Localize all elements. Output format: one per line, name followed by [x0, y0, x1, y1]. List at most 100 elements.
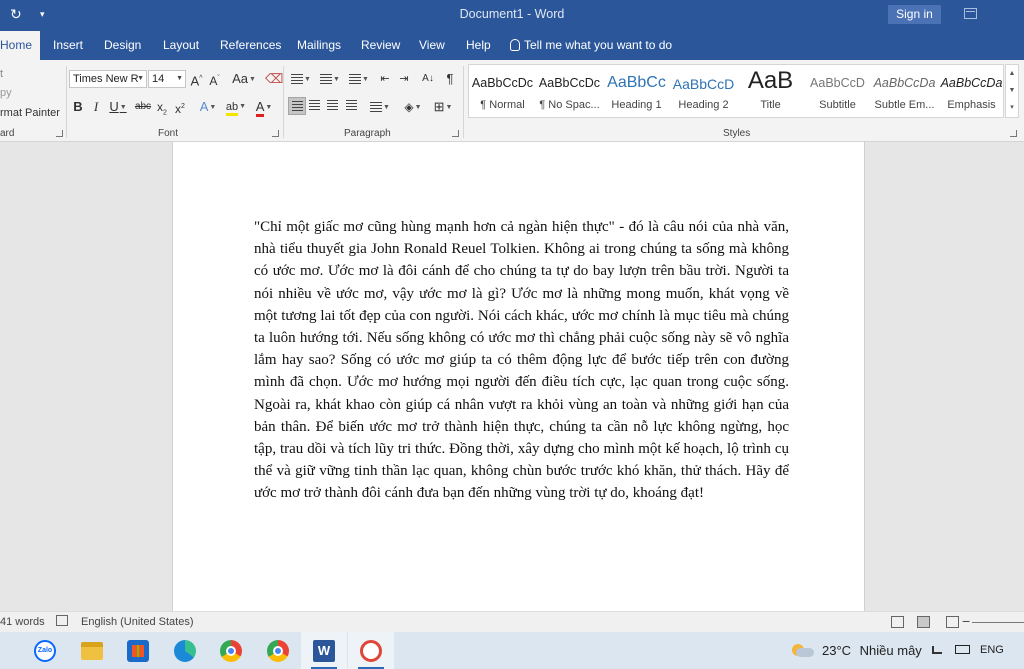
- style-no-spacing[interactable]: AaBbCcDc ¶ No Spac...: [536, 65, 603, 119]
- chrome-center: [226, 646, 236, 656]
- copy-button[interactable]: py: [0, 87, 12, 99]
- read-mode-icon[interactable]: [891, 616, 904, 628]
- taskbar-file-explorer[interactable]: [69, 632, 115, 669]
- taskbar-chrome[interactable]: [208, 632, 254, 669]
- shading-icon[interactable]: ◈▼: [400, 98, 426, 116]
- sort-icon[interactable]: A↓: [420, 70, 436, 88]
- status-bar: 41 words English (United States) −: [0, 611, 1024, 632]
- taskbar-chrome-profile[interactable]: [255, 632, 301, 669]
- strikethrough-icon[interactable]: abc: [134, 98, 152, 116]
- style-subtle-emphasis[interactable]: AaBbCcDa Subtle Em...: [871, 65, 938, 119]
- font-color-icon[interactable]: A▼: [252, 98, 276, 117]
- print-layout-icon[interactable]: [917, 616, 930, 628]
- paragraph-launcher-icon[interactable]: [452, 130, 459, 137]
- tab-layout[interactable]: Layout: [163, 31, 199, 60]
- tab-mailings[interactable]: Mailings: [297, 31, 341, 60]
- show-formatting-marks-icon[interactable]: ¶: [443, 70, 457, 88]
- taskbar-zalo[interactable]: Zalo: [22, 632, 68, 669]
- font-launcher-icon[interactable]: [272, 130, 279, 137]
- style-subtitle[interactable]: AaBbCcD Subtitle: [804, 65, 871, 119]
- styles-gallery-scroll[interactable]: ▲ ▼ ▾: [1005, 64, 1019, 118]
- more-styles-icon[interactable]: ▾: [1006, 99, 1018, 116]
- line-spacing-lines: [370, 102, 383, 112]
- align-left-icon[interactable]: [288, 97, 306, 115]
- borders-icon[interactable]: ⊞▼: [430, 98, 456, 116]
- bold-icon[interactable]: B: [71, 98, 85, 116]
- zalo-icon: Zalo: [34, 640, 56, 662]
- style-heading-1[interactable]: AaBbCc Heading 1: [603, 65, 670, 119]
- weather-temperature: 23°C: [822, 643, 852, 658]
- tab-review[interactable]: Review: [361, 31, 400, 60]
- taskbar-store[interactable]: [115, 632, 161, 669]
- web-layout-icon[interactable]: [946, 616, 959, 628]
- change-case-button[interactable]: Aa▼: [231, 70, 257, 88]
- style-title[interactable]: AaB Title: [737, 65, 804, 119]
- tab-insert[interactable]: Insert: [53, 31, 83, 60]
- snipping-tool-icon: [360, 640, 382, 662]
- language-indicator[interactable]: English (United States): [81, 616, 194, 628]
- group-separator: [283, 66, 284, 138]
- increase-indent-icon[interactable]: ⇥: [396, 70, 412, 88]
- zoom-out-icon[interactable]: −: [962, 613, 970, 629]
- format-painter-button[interactable]: rmat Painter: [0, 107, 60, 119]
- clipboard-group-label: ard: [0, 128, 15, 139]
- word-count[interactable]: 41 words: [0, 616, 45, 628]
- numbering-icon[interactable]: ▼: [317, 70, 343, 88]
- style-heading-2[interactable]: AaBbCcD Heading 2: [670, 65, 737, 119]
- style-emphasis[interactable]: AaBbCcDa Emphasis: [938, 65, 1005, 119]
- align-right-icon[interactable]: [324, 97, 342, 115]
- tab-design[interactable]: Design: [104, 31, 141, 60]
- multilevel-list-icon[interactable]: ▼: [346, 70, 372, 88]
- document-page[interactable]: "Chỉ một giấc mơ cũng hùng mạnh hơn cả n…: [172, 142, 865, 611]
- cut-button[interactable]: t: [0, 68, 3, 80]
- clear-formatting-icon[interactable]: ⌫: [265, 70, 283, 88]
- font-size-dropdown[interactable]: 14 ▼: [148, 70, 186, 88]
- align-lines: [346, 100, 357, 111]
- battery-icon[interactable]: [955, 645, 970, 654]
- font-name-dropdown[interactable]: Times New R ▼: [69, 70, 147, 88]
- style-preview: AaBbCcDa: [940, 76, 1003, 90]
- styles-launcher-icon[interactable]: [1010, 130, 1017, 137]
- shrink-font-icon[interactable]: Aˇ: [207, 70, 222, 88]
- clipboard-launcher-icon[interactable]: [56, 130, 63, 137]
- ribbon-display-options-icon[interactable]: [964, 8, 977, 19]
- weather-icon[interactable]: [792, 642, 814, 657]
- tab-view[interactable]: View: [419, 31, 445, 60]
- decrease-indent-icon[interactable]: ⇤: [377, 70, 393, 88]
- subscript-icon[interactable]: x2: [155, 98, 169, 116]
- italic-icon[interactable]: I: [89, 98, 103, 116]
- align-center-icon[interactable]: [306, 97, 324, 115]
- input-language[interactable]: ENG: [980, 644, 1004, 656]
- taskbar-snipping-tool[interactable]: [348, 632, 394, 669]
- proofing-icon[interactable]: [56, 615, 68, 626]
- tray-chevron-icon[interactable]: [932, 646, 942, 654]
- style-normal[interactable]: AaBbCcDc ¶ Normal: [469, 65, 536, 119]
- weather-widget[interactable]: 23°C Nhiều mây: [822, 643, 922, 658]
- scroll-up-icon[interactable]: ▲: [1006, 65, 1018, 82]
- document-body[interactable]: "Chỉ một giấc mơ cũng hùng mạnh hơn cả n…: [254, 216, 789, 505]
- chevron-down-icon: ▼: [445, 104, 453, 111]
- highlight-color-icon[interactable]: ab▼: [224, 98, 248, 116]
- style-name: Emphasis: [947, 99, 996, 111]
- taskbar-word[interactable]: W: [301, 632, 347, 669]
- tab-references[interactable]: References: [220, 31, 281, 60]
- chevron-down-icon: ▼: [248, 76, 256, 83]
- font-color-swatch: A: [255, 100, 265, 117]
- tab-home[interactable]: Home: [0, 31, 40, 60]
- text-effects-icon[interactable]: A▼: [197, 98, 219, 116]
- scroll-down-icon[interactable]: ▼: [1006, 82, 1018, 99]
- tab-help[interactable]: Help: [466, 31, 491, 60]
- superscript-icon[interactable]: x2: [173, 98, 187, 116]
- style-name: Subtitle: [819, 99, 856, 111]
- taskbar-edge[interactable]: [162, 632, 208, 669]
- style-name: ¶ Normal: [480, 99, 525, 111]
- sign-in-button[interactable]: Sign in: [888, 5, 941, 24]
- line-spacing-icon[interactable]: ▼: [367, 98, 393, 116]
- grow-font-icon[interactable]: A^: [189, 70, 204, 88]
- justify-icon[interactable]: [343, 97, 361, 115]
- bullets-icon[interactable]: ▼: [288, 70, 314, 88]
- zoom-slider[interactable]: [972, 622, 1024, 623]
- tell-me-search[interactable]: Tell me what you want to do: [510, 31, 672, 60]
- underline-icon[interactable]: U▼: [107, 98, 129, 116]
- style-name: ¶ No Spac...: [539, 99, 600, 111]
